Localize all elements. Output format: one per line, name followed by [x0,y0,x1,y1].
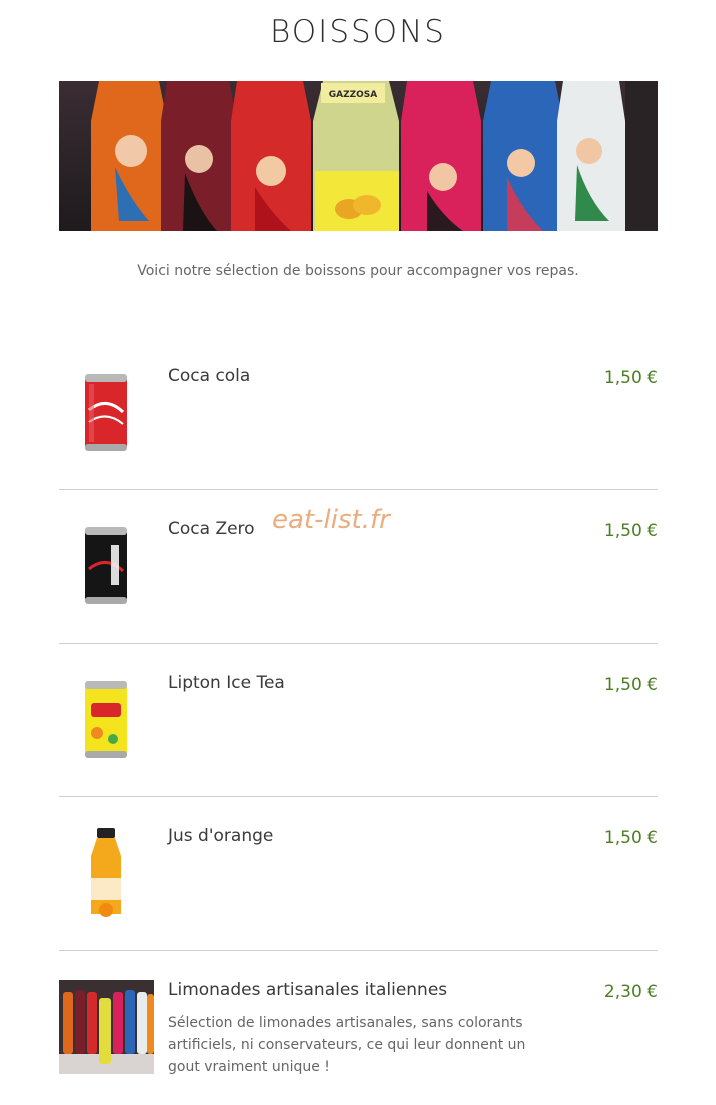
item-name: Lipton Ice Tea [168,673,285,693]
item-price: 1,50 € [603,521,658,541]
item-name: Coca Zero [168,519,255,539]
divider [59,643,658,644]
watermark: eat-list.fr [272,505,390,535]
item-description: Sélection de limonades artisanales, sans… [168,1015,526,1075]
gazzosa-label: GAZZOSA [329,90,378,100]
italian-lemonades-image [59,980,154,1074]
menu-item-limonades[interactable]: Limonades artisanales italiennes 2,30 € … [59,980,658,1090]
orange-juice-bottle-image [59,826,154,921]
item-price: 1,50 € [603,368,658,388]
lipton-ice-tea-can-image [59,673,154,768]
item-price: 1,50 € [603,828,658,848]
divider [59,489,658,490]
menu-item-lipton-ice-tea[interactable]: Lipton Ice Tea 1,50 € [59,673,658,783]
menu-item-coca-cola[interactable]: Coca cola 1,50 € [59,366,658,476]
item-price: 2,30 € [603,982,658,1002]
page-title: BOISSONS [270,14,446,50]
divider [59,796,658,797]
menu-item-coca-zero[interactable]: Coca Zero 1,50 € [59,519,658,629]
divider [59,950,658,951]
item-price: 1,50 € [603,675,658,695]
coca-zero-can-image [59,519,154,614]
bottles-illustration: GAZZOSA [59,81,658,231]
item-name: Coca cola [168,366,251,386]
hero-banner: GAZZOSA [59,81,658,231]
menu-item-jus-orange[interactable]: Jus d'orange 1,50 € [59,826,658,936]
item-name: Jus d'orange [168,826,274,846]
item-name: Limonades artisanales italiennes [168,980,448,1000]
intro-text: Voici notre sélection de boissons pour a… [137,263,579,279]
coca-cola-can-image [59,366,154,461]
